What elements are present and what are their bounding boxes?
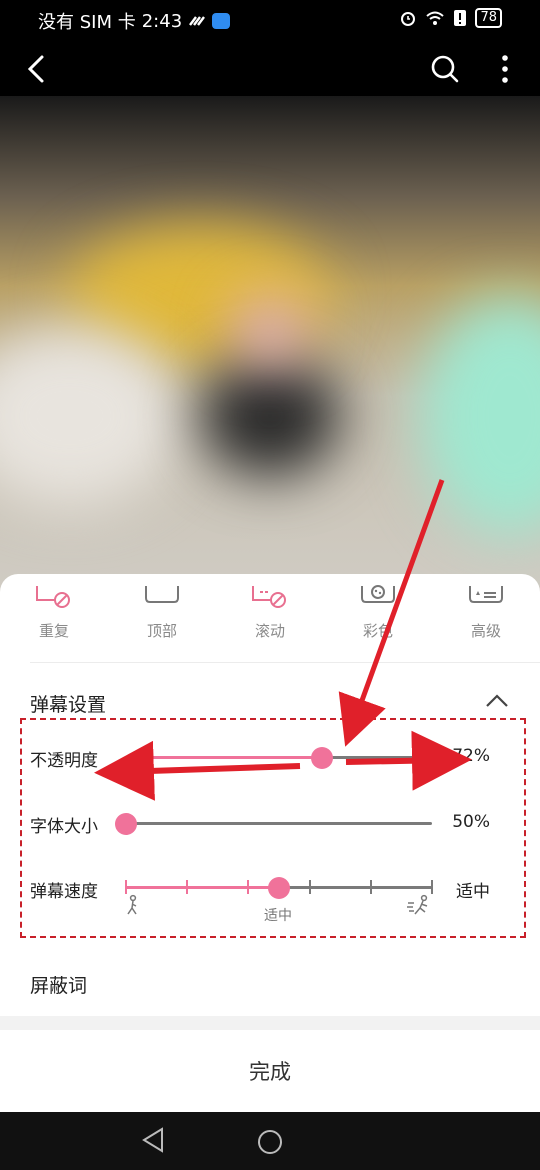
palette-icon	[361, 585, 395, 603]
opacity-slider-fill	[126, 756, 322, 759]
mode-label: 高级	[470, 622, 501, 640]
top-toolbar	[0, 44, 540, 94]
mode-label: 顶部	[146, 622, 177, 640]
speed-label: 弹幕速度	[30, 882, 98, 902]
speed-tick	[247, 880, 250, 894]
mode-repeat[interactable]: 重复	[0, 584, 108, 640]
status-right: 78	[399, 8, 502, 28]
running-fast-icon	[407, 894, 428, 915]
clock: 2:43	[141, 10, 183, 32]
mode-color[interactable]: 彩色	[324, 584, 432, 640]
navigation-bar	[0, 1112, 540, 1170]
mode-label: 滚动	[254, 622, 285, 640]
done-button[interactable]: 完成	[0, 1030, 540, 1112]
speed-tick	[369, 880, 372, 894]
opacity-slider[interactable]	[126, 747, 432, 769]
section-title: 弹幕设置	[30, 694, 107, 716]
advanced-icon	[469, 586, 503, 603]
more-button[interactable]	[490, 52, 520, 86]
speed-tick	[308, 880, 311, 894]
sim-status: 没有 SIM 卡	[38, 12, 136, 33]
font-size-value: 50%	[452, 812, 490, 832]
speed-slider-thumb[interactable]	[268, 877, 290, 899]
warning-icon	[454, 10, 467, 26]
app-notification-icon	[212, 13, 231, 29]
back-button[interactable]	[20, 52, 54, 86]
top-icon	[145, 586, 179, 603]
video-blur-region	[200, 356, 340, 476]
walking-slow-icon	[127, 894, 137, 915]
speed-value: 适中	[456, 882, 490, 902]
danmaku-settings-sheet: 重复 顶部 滚动 彩色 高级 弹幕设置 不透明度 72% 字体大小 50% 弹幕…	[0, 574, 540, 1112]
collapse-button[interactable]	[484, 690, 510, 712]
mode-scroll[interactable]: 滚动	[216, 584, 324, 640]
opacity-slider-thumb[interactable]	[310, 747, 333, 769]
video-blur-region	[420, 296, 540, 536]
more-vertical-icon	[502, 55, 508, 83]
nav-home-icon[interactable]	[256, 1128, 284, 1156]
mode-top[interactable]: 顶部	[108, 584, 216, 640]
font-size-slider-thumb[interactable]	[115, 813, 137, 835]
video-blur-region	[230, 296, 310, 366]
blocked-words-item[interactable]: 屏蔽词	[30, 971, 87, 998]
search-button[interactable]	[428, 52, 462, 86]
section-spacer	[0, 1016, 540, 1030]
mode-label: 重复	[38, 622, 69, 640]
status-bar: 没有 SIM 卡 2:43 78	[0, 0, 540, 40]
speed-tick	[431, 880, 433, 894]
speed-mid-label: 适中	[264, 908, 292, 924]
status-left: 没有 SIM 卡 2:43	[38, 8, 231, 34]
nav-back-icon[interactable]	[140, 1126, 168, 1154]
mode-advanced[interactable]: 高级	[432, 584, 540, 640]
wifi-icon	[426, 11, 445, 25]
video-player[interactable]	[0, 96, 540, 596]
opacity-label: 不透明度	[30, 751, 98, 771]
repeat-block-icon	[36, 586, 70, 608]
font-size-slider[interactable]	[115, 813, 432, 835]
back-arrow-icon	[27, 55, 44, 83]
speed-tick	[125, 880, 127, 894]
danmaku-mode-row: 重复 顶部 滚动 彩色 高级	[0, 584, 540, 640]
chevron-up-icon	[486, 694, 508, 707]
opacity-value: 72%	[452, 746, 490, 766]
speed-slider-fill	[126, 886, 279, 889]
speed-tick	[186, 880, 189, 894]
search-icon	[431, 55, 459, 83]
font-size-label: 字体大小	[30, 817, 98, 837]
divider	[30, 662, 540, 663]
signal-off-icon	[189, 16, 206, 26]
speed-slider[interactable]	[125, 877, 433, 899]
scroll-block-icon	[252, 586, 286, 608]
battery-indicator: 78	[475, 8, 502, 28]
mode-label: 彩色	[362, 622, 393, 640]
alarm-icon	[401, 12, 416, 26]
